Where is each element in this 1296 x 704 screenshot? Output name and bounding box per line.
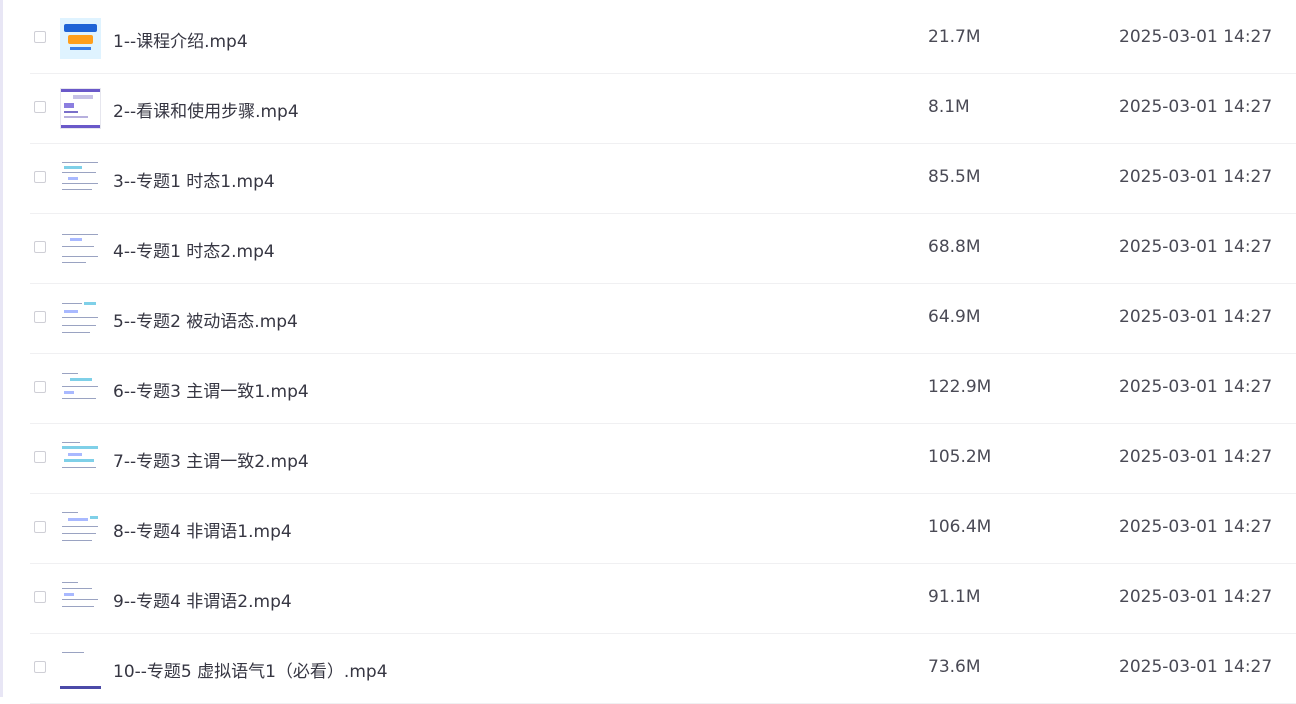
file-size: 21.7M <box>928 27 981 47</box>
slide-icon <box>60 88 101 129</box>
file-size: 106.4M <box>928 517 992 537</box>
file-name[interactable]: 8--专题4 非谓语1.mp4 <box>113 517 292 542</box>
file-size: 122.9M <box>928 377 992 397</box>
document-icon <box>60 508 101 549</box>
file-row[interactable]: 2--看课和使用步骤.mp4 8.1M 2025-03-01 14:27 <box>30 74 1296 144</box>
row-checkbox[interactable] <box>34 591 46 603</box>
row-checkbox[interactable] <box>34 311 46 323</box>
file-date: 2025-03-01 14:27 <box>1119 27 1273 47</box>
file-date: 2025-03-01 14:27 <box>1119 657 1273 677</box>
cover-icon <box>60 18 101 59</box>
file-size: 91.1M <box>928 587 981 607</box>
file-size: 85.5M <box>928 167 981 187</box>
file-row[interactable]: 8--专题4 非谓语1.mp4 106.4M 2025-03-01 14:27 <box>30 494 1296 564</box>
file-date: 2025-03-01 14:27 <box>1119 447 1273 467</box>
file-row[interactable]: 9--专题4 非谓语2.mp4 91.1M 2025-03-01 14:27 <box>30 564 1296 634</box>
file-size: 68.8M <box>928 237 981 257</box>
document-icon <box>60 228 101 269</box>
file-row[interactable]: 4--专题1 时态2.mp4 68.8M 2025-03-01 14:27 <box>30 214 1296 284</box>
file-name[interactable]: 9--专题4 非谓语2.mp4 <box>113 587 292 612</box>
row-checkbox[interactable] <box>34 31 46 43</box>
file-date: 2025-03-01 14:27 <box>1119 307 1273 327</box>
file-date: 2025-03-01 14:27 <box>1119 377 1273 397</box>
document-icon <box>60 578 101 619</box>
file-row[interactable]: 7--专题3 主谓一致2.mp4 105.2M 2025-03-01 14:27 <box>30 424 1296 494</box>
document-icon <box>60 158 101 199</box>
row-checkbox[interactable] <box>34 451 46 463</box>
file-name[interactable]: 10--专题5 虚拟语气1（必看）.mp4 <box>113 657 388 682</box>
file-name[interactable]: 2--看课和使用步骤.mp4 <box>113 97 299 122</box>
file-size: 8.1M <box>928 97 970 117</box>
file-name[interactable]: 4--专题1 时态2.mp4 <box>113 237 275 262</box>
file-name[interactable]: 7--专题3 主谓一致2.mp4 <box>113 447 309 472</box>
file-date: 2025-03-01 14:27 <box>1119 517 1273 537</box>
file-size: 105.2M <box>928 447 992 467</box>
document-icon <box>60 648 101 689</box>
document-icon <box>60 438 101 479</box>
row-checkbox[interactable] <box>34 521 46 533</box>
file-row[interactable]: 3--专题1 时态1.mp4 85.5M 2025-03-01 14:27 <box>30 144 1296 214</box>
file-row[interactable]: 6--专题3 主谓一致1.mp4 122.9M 2025-03-01 14:27 <box>30 354 1296 424</box>
file-name[interactable]: 1--课程介绍.mp4 <box>113 27 248 52</box>
row-checkbox[interactable] <box>34 101 46 113</box>
document-icon <box>60 368 101 409</box>
row-checkbox[interactable] <box>34 241 46 253</box>
file-row[interactable]: 10--专题5 虚拟语气1（必看）.mp4 73.6M 2025-03-01 1… <box>30 634 1296 704</box>
file-date: 2025-03-01 14:27 <box>1119 587 1273 607</box>
file-size: 73.6M <box>928 657 981 677</box>
file-list: 1--课程介绍.mp4 21.7M 2025-03-01 14:27 2--看课… <box>0 4 1296 704</box>
file-name[interactable]: 6--专题3 主谓一致1.mp4 <box>113 377 309 402</box>
file-date: 2025-03-01 14:27 <box>1119 237 1273 257</box>
document-icon <box>60 298 101 339</box>
file-name[interactable]: 3--专题1 时态1.mp4 <box>113 167 275 192</box>
file-date: 2025-03-01 14:27 <box>1119 167 1273 187</box>
file-name[interactable]: 5--专题2 被动语态.mp4 <box>113 307 298 332</box>
row-checkbox[interactable] <box>34 171 46 183</box>
row-checkbox[interactable] <box>34 661 46 673</box>
file-date: 2025-03-01 14:27 <box>1119 97 1273 117</box>
row-checkbox[interactable] <box>34 381 46 393</box>
file-size: 64.9M <box>928 307 981 327</box>
file-row[interactable]: 5--专题2 被动语态.mp4 64.9M 2025-03-01 14:27 <box>30 284 1296 354</box>
file-row[interactable]: 1--课程介绍.mp4 21.7M 2025-03-01 14:27 <box>30 4 1296 74</box>
